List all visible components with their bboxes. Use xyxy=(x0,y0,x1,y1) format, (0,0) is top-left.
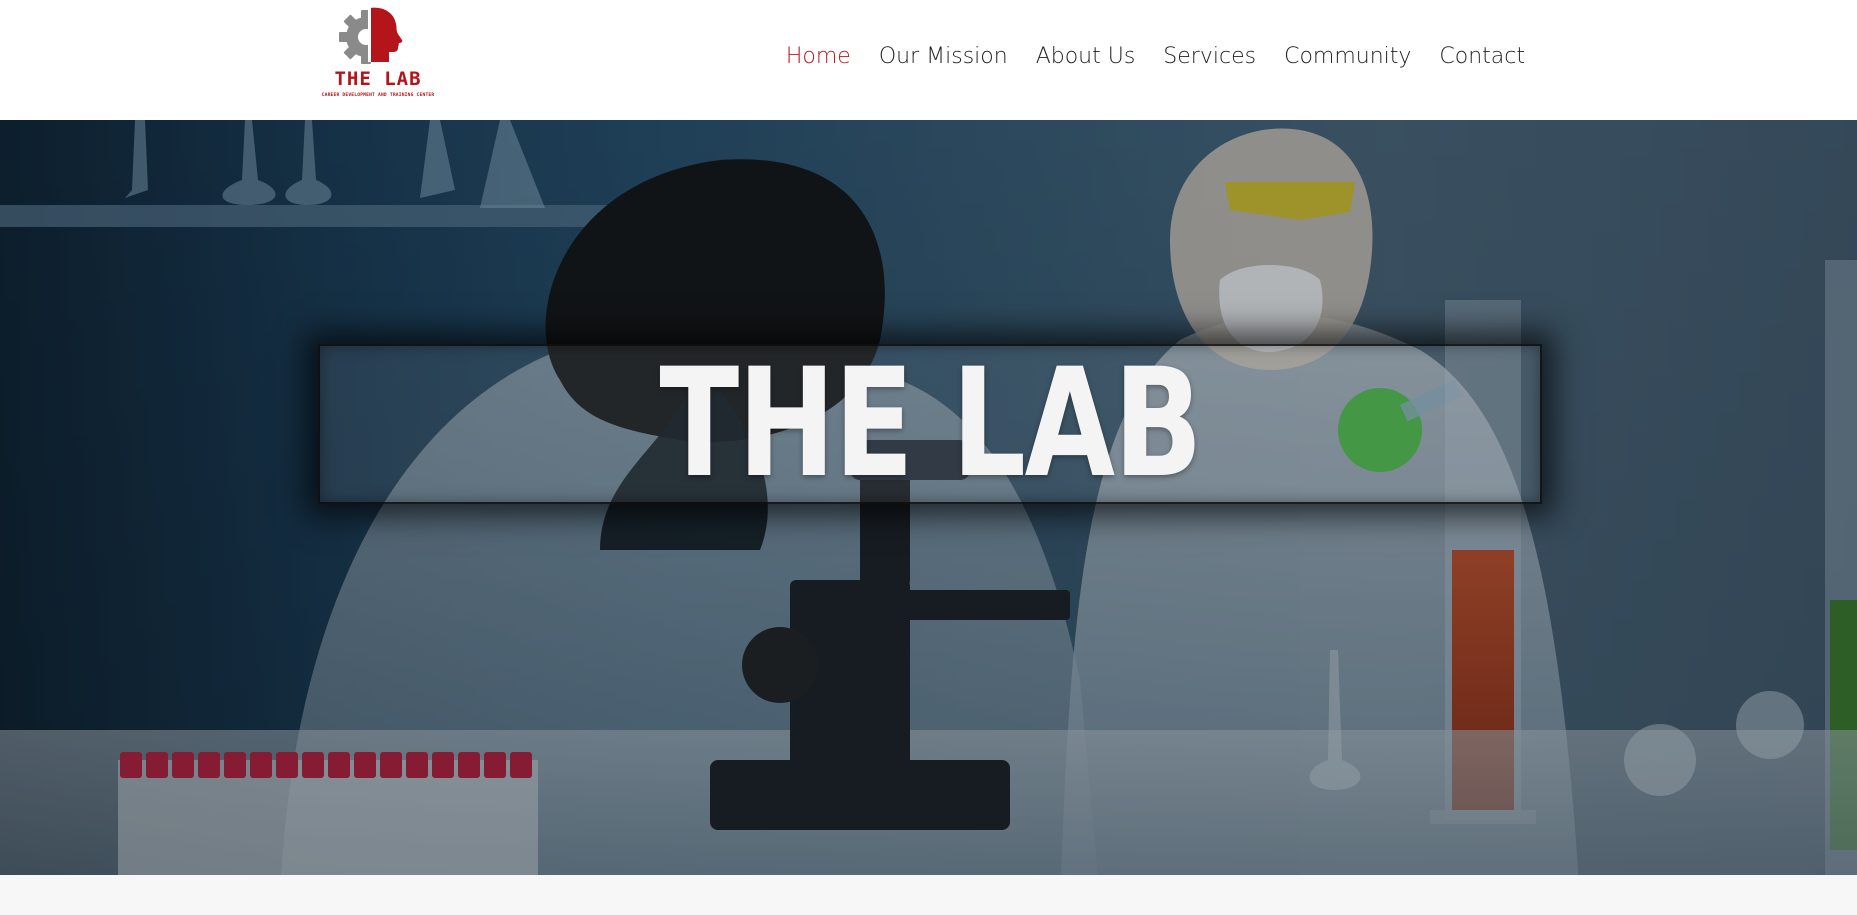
gear-head-icon xyxy=(339,7,403,64)
page-section-below xyxy=(0,875,1857,915)
nav-contact[interactable]: Contact xyxy=(1439,44,1525,69)
hero-banner: THE LAB xyxy=(0,120,1857,875)
nav-home[interactable]: Home xyxy=(786,44,851,69)
logo-subtitle: CAREER DEVELOPMENT AND TRAINING CENTER xyxy=(321,93,435,98)
hero-title-box: THE LAB xyxy=(318,344,1542,504)
main-nav: Home Our Mission About Us Services Commu… xyxy=(786,40,1525,72)
nav-services[interactable]: Services xyxy=(1163,44,1256,69)
site-logo[interactable]: THE LAB CAREER DEVELOPMENT AND TRAINING … xyxy=(318,4,438,104)
hero-title: THE LAB xyxy=(659,337,1202,511)
nav-our-mission[interactable]: Our Mission xyxy=(879,44,1008,69)
logo-title: THE LAB xyxy=(334,68,422,90)
nav-about-us[interactable]: About Us xyxy=(1036,44,1136,69)
nav-community[interactable]: Community xyxy=(1284,44,1411,69)
site-header: THE LAB CAREER DEVELOPMENT AND TRAINING … xyxy=(0,0,1857,120)
